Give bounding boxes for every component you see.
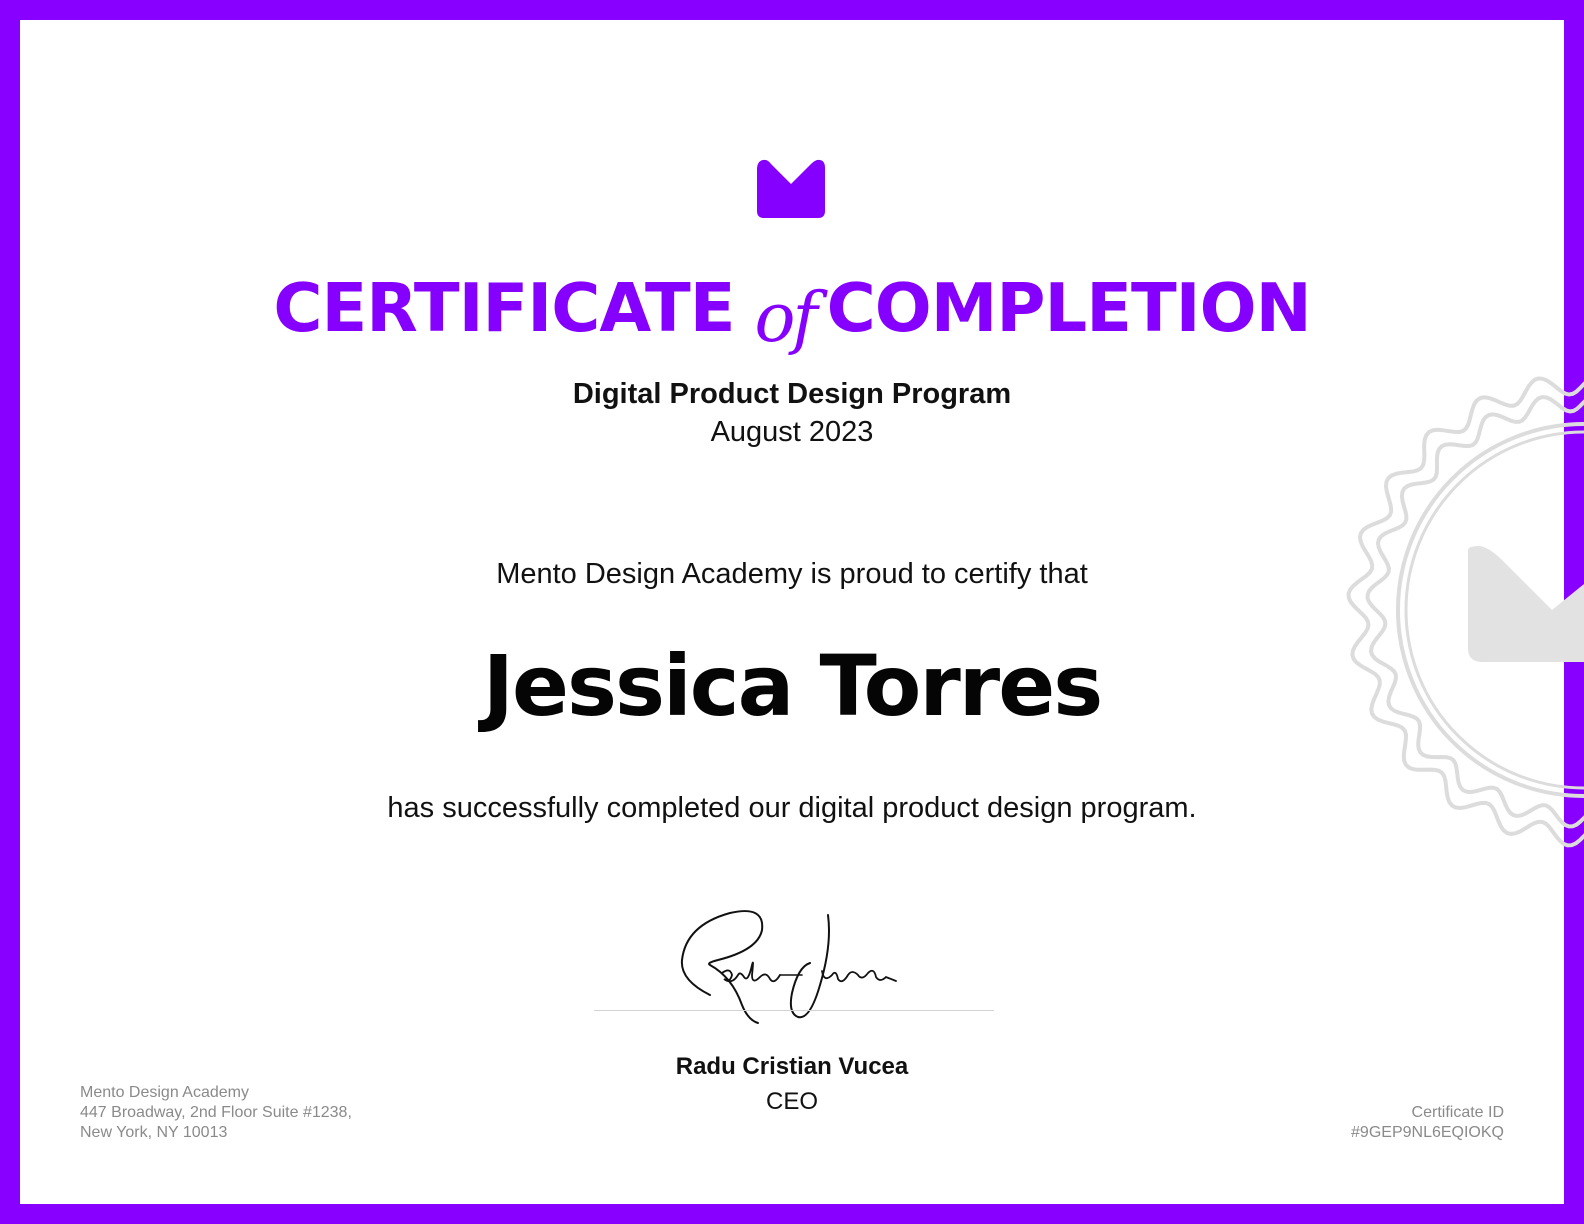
certify-intro: Mento Design Academy is proud to certify… <box>496 558 1088 590</box>
certificate-id-block: Certificate ID #9GEP9NL6EQIOKQ <box>1351 1103 1504 1143</box>
certificate-title: CERTIFICATE of COMPLETION <box>0 260 1584 358</box>
completion-statement: has successfully completed our digital p… <box>387 792 1197 824</box>
signer-name: Radu Cristian Vucea <box>675 1053 909 1080</box>
title-connector: of <box>754 279 818 358</box>
program-date: August 2023 <box>710 416 874 448</box>
address-line2: New York, NY 10013 <box>80 1124 228 1141</box>
mento-logo-icon <box>757 159 825 218</box>
handwritten-signature <box>680 910 897 1024</box>
org-address-block: Mento Design Academy 447 Broadway, 2nd F… <box>80 1083 352 1143</box>
signature-line <box>594 1010 994 1011</box>
certificate-id-value: #9GEP9NL6EQIOKQ <box>1351 1124 1504 1141</box>
certificate-id-label: Certificate ID <box>1411 1104 1504 1121</box>
address-line1: 447 Broadway, 2nd Floor Suite #1238, <box>80 1104 352 1121</box>
title-part1: CERTIFICATE <box>273 269 735 347</box>
recipient-name: Jessica Torres <box>482 637 1103 735</box>
program-name: Digital Product Design Program <box>572 378 1012 410</box>
org-name: Mento Design Academy <box>80 1084 249 1101</box>
title-part2: COMPLETION <box>826 269 1312 347</box>
